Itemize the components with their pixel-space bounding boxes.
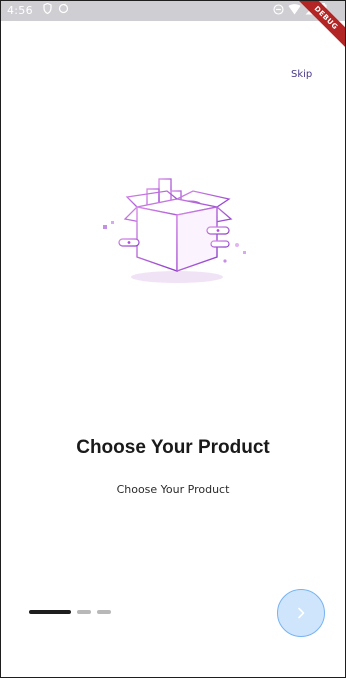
status-time: 4:56	[7, 4, 33, 17]
skip-button[interactable]: Skip	[291, 69, 312, 80]
page-indicator-dot	[77, 610, 91, 614]
product-box-illustration	[103, 178, 246, 283]
page-title: Choose Your Product	[76, 437, 270, 458]
chevron-right-icon	[298, 607, 305, 619]
wifi-icon	[288, 3, 301, 14]
status-bar: 4:56 DEBUG	[1, 1, 345, 54]
page-indicator	[29, 610, 111, 614]
phone-frame: 4:56 DEBUG Skip Choose Your Product Choo…	[0, 0, 346, 678]
page-indicator-dot-active	[29, 610, 71, 614]
page-indicator-dot	[97, 610, 111, 614]
sync-icon	[58, 3, 69, 14]
dnd-icon	[273, 3, 284, 15]
page-subtitle: Choose Your Product	[116, 483, 230, 496]
next-button[interactable]	[277, 589, 325, 637]
shield-icon	[43, 3, 52, 14]
status-left-icons	[43, 3, 69, 14]
